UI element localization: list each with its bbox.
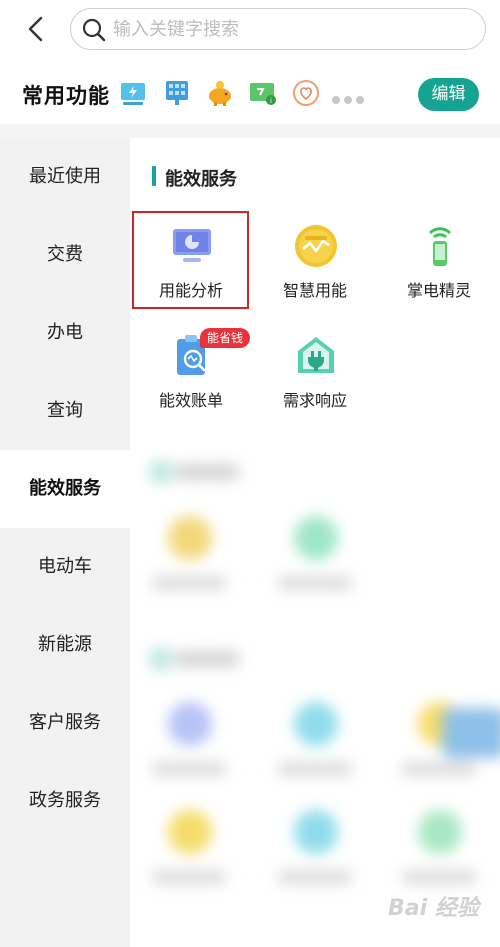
content-panel: 能效服务 用能分析 智慧用能 掌电精灵 能效账单 能省钱 需求响应 (130, 138, 500, 947)
blurred-service-icon (294, 702, 338, 746)
shortcut-monitor[interactable] (118, 78, 148, 108)
sidebar-item-new-energy[interactable]: 新能源 (0, 606, 130, 684)
smart-energy-icon (293, 223, 339, 269)
sidebar-item-electric-vehicle[interactable]: 电动车 (0, 528, 130, 606)
blurred-service-label (152, 576, 226, 590)
shortcut-energy-heart[interactable] (291, 78, 321, 108)
service-demand-response[interactable]: 需求响应 (256, 323, 374, 421)
shortcut-solar[interactable] (162, 78, 192, 108)
blurred-section-bar (150, 648, 172, 670)
sidebar-item-recent[interactable]: 最近使用 (0, 138, 130, 216)
more-shortcuts[interactable] (332, 89, 372, 104)
dot-icon (332, 96, 340, 104)
sidebar-item-payment[interactable]: 交费 (0, 216, 130, 294)
blurred-section-bar (150, 461, 172, 483)
blurred-service-icon (418, 810, 462, 854)
monitor-icon (121, 83, 145, 105)
shortcut-charge-card[interactable]: i (248, 78, 278, 108)
dot-icon (356, 96, 364, 104)
section-title: 能效服务 (165, 169, 237, 190)
sidebar-item-query[interactable]: 查询 (0, 372, 130, 450)
blurred-service-label (278, 870, 352, 884)
category-sidebar: 最近使用 交费 办电 查询 能效服务 电动车 新能源 客户服务 政务服务 (0, 138, 130, 947)
blurred-service-label (402, 870, 476, 884)
back-button[interactable] (22, 14, 52, 44)
blurred-services-area (130, 438, 500, 947)
blurred-service-label (402, 762, 476, 776)
energy-analysis-icon (169, 223, 215, 269)
blurred-service-label (278, 576, 352, 590)
blurred-service-icon (294, 516, 338, 560)
blurred-service-icon (168, 516, 212, 560)
floating-widget-icon (442, 708, 500, 758)
energy-heart-icon (293, 80, 319, 106)
service-label: 能效账单 (158, 391, 223, 410)
blurred-service-icon (168, 810, 212, 854)
service-energy-analysis[interactable]: 用能分析 (132, 213, 250, 311)
svg-text:i: i (270, 97, 272, 105)
section-accent-bar (152, 166, 156, 186)
watermark: Bai 经验 (388, 896, 479, 921)
charge-card-icon: i (250, 83, 276, 105)
blurred-section-title (175, 651, 239, 667)
service-label: 需求响应 (282, 391, 347, 410)
common-functions-title: 常用功能 (22, 84, 110, 108)
blurred-service-label (278, 762, 352, 776)
common-functions-bar: 常用功能 i 编辑 (0, 60, 500, 124)
sidebar-item-government-service[interactable]: 政务服务 (0, 762, 130, 840)
blurred-service-icon (168, 702, 212, 746)
solar-panel-icon (166, 81, 188, 105)
service-label: 智慧用能 (282, 281, 347, 300)
edit-button[interactable]: 编辑 (418, 78, 479, 111)
blurred-section-title (175, 464, 239, 480)
sidebar-item-customer-service[interactable]: 客户服务 (0, 684, 130, 762)
service-smart-energy[interactable]: 智慧用能 (256, 213, 374, 311)
blurred-service-label (152, 762, 226, 776)
promo-badge: 能省钱 (200, 328, 251, 348)
blurred-service-label (152, 870, 226, 884)
search-icon (82, 18, 106, 42)
sidebar-item-apply-power[interactable]: 办电 (0, 294, 130, 372)
service-phone-assistant[interactable]: 掌电精灵 (380, 213, 498, 311)
service-label: 掌电精灵 (406, 281, 471, 300)
blurred-service-icon (294, 810, 338, 854)
search-input[interactable] (113, 15, 473, 43)
search-box[interactable] (70, 8, 486, 50)
service-label: 用能分析 (158, 281, 223, 300)
piggy-bank-icon (209, 81, 231, 106)
chevron-left-icon (28, 16, 43, 42)
section-divider (0, 124, 500, 138)
shortcut-piggy-bank[interactable] (205, 78, 235, 108)
phone-signal-icon (417, 223, 463, 269)
sidebar-item-energy-efficiency[interactable]: 能效服务 (0, 450, 130, 528)
demand-response-icon (293, 333, 339, 379)
top-bar (0, 0, 500, 60)
dot-icon (344, 96, 352, 104)
